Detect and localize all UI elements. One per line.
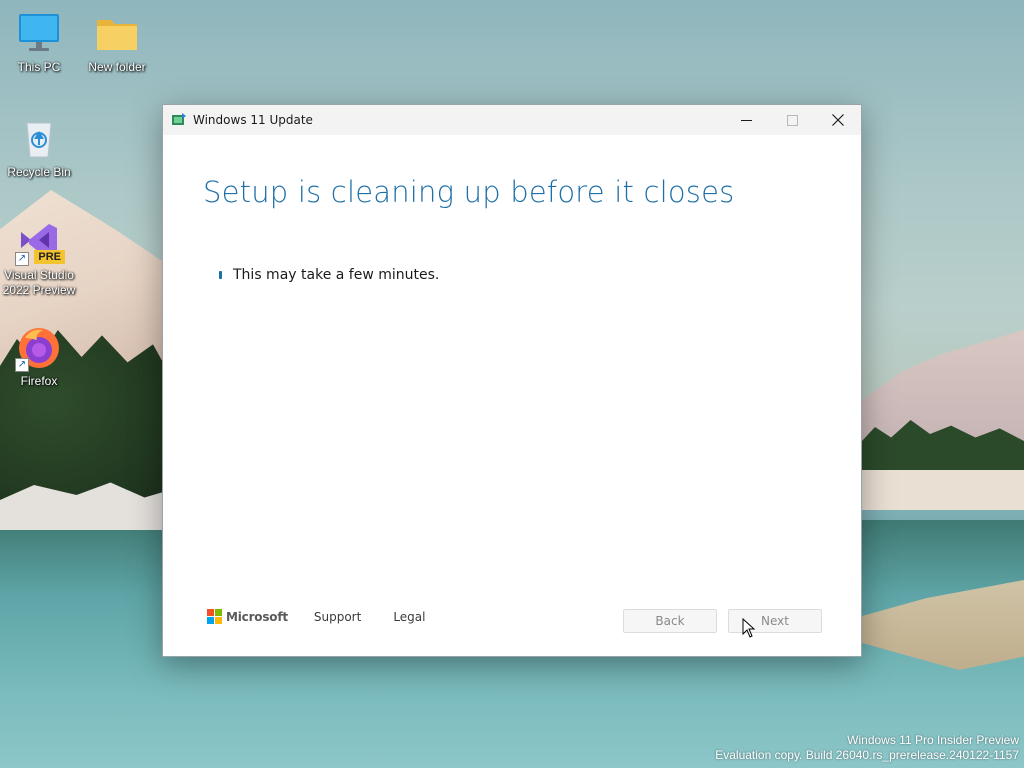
maximize-button[interactable] [769, 105, 815, 135]
recycle-bin-icon [15, 115, 63, 163]
preview-badge: PRE [34, 250, 65, 264]
desktop-icon-recycle-bin[interactable]: Recycle Bin [1, 115, 77, 180]
maximize-icon [786, 114, 798, 126]
monitor-icon [15, 10, 63, 58]
microsoft-brand: Microsoft [226, 609, 288, 624]
status-message: This may take a few minutes. [219, 267, 439, 283]
window-footer: Microsoft Support Legal [207, 609, 457, 624]
watermark-line-2: Evaluation copy. Build 26040.rs_prerelea… [715, 748, 1019, 762]
setup-window: Windows 11 Update Setup is cleaning up b… [162, 104, 862, 657]
shortcut-arrow-icon: ↗ [15, 252, 29, 266]
title-bar[interactable]: Windows 11 Update [163, 105, 861, 135]
status-text: This may take a few minutes. [233, 267, 440, 283]
close-icon [832, 114, 844, 126]
folder-icon [93, 10, 141, 58]
close-button[interactable] [815, 105, 861, 135]
progress-indicator-icon [219, 271, 222, 279]
mouse-cursor-icon [742, 618, 756, 638]
desktop-icon-label: New folder [88, 60, 146, 74]
minimize-icon [740, 119, 752, 121]
window-title: Windows 11 Update [193, 113, 313, 127]
windows-update-app-icon [172, 113, 186, 125]
desktop-icon-label: Firefox [20, 374, 58, 388]
visual-studio-icon: PRE ↗ [15, 218, 65, 266]
shortcut-arrow-icon: ↗ [15, 358, 29, 372]
back-button[interactable]: Back [623, 609, 717, 633]
desktop-icon-new-folder[interactable]: New folder [79, 10, 155, 75]
page-heading: Setup is cleaning up before it closes [203, 175, 735, 209]
desktop-icon-this-pc[interactable]: This PC [1, 10, 77, 75]
watermark-line-1: Windows 11 Pro Insider Preview [847, 733, 1019, 747]
legal-link[interactable]: Legal [393, 610, 425, 624]
support-link[interactable]: Support [314, 610, 361, 624]
firefox-icon: ↗ [15, 324, 63, 372]
wallpaper-beach [862, 470, 1024, 510]
microsoft-logo-icon [207, 609, 222, 624]
evaluation-watermark: Windows 11 Pro Insider Preview Evaluatio… [715, 733, 1019, 763]
minimize-button[interactable] [723, 105, 769, 135]
desktop-icon-label: Visual Studio 2022 Preview [2, 268, 76, 297]
desktop-icon-firefox[interactable]: ↗ Firefox [1, 324, 77, 389]
desktop-icon-visual-studio[interactable]: PRE ↗ Visual Studio 2022 Preview [1, 218, 77, 298]
desktop-icon-label: Recycle Bin [7, 165, 71, 179]
desktop-icon-label: This PC [17, 60, 61, 74]
